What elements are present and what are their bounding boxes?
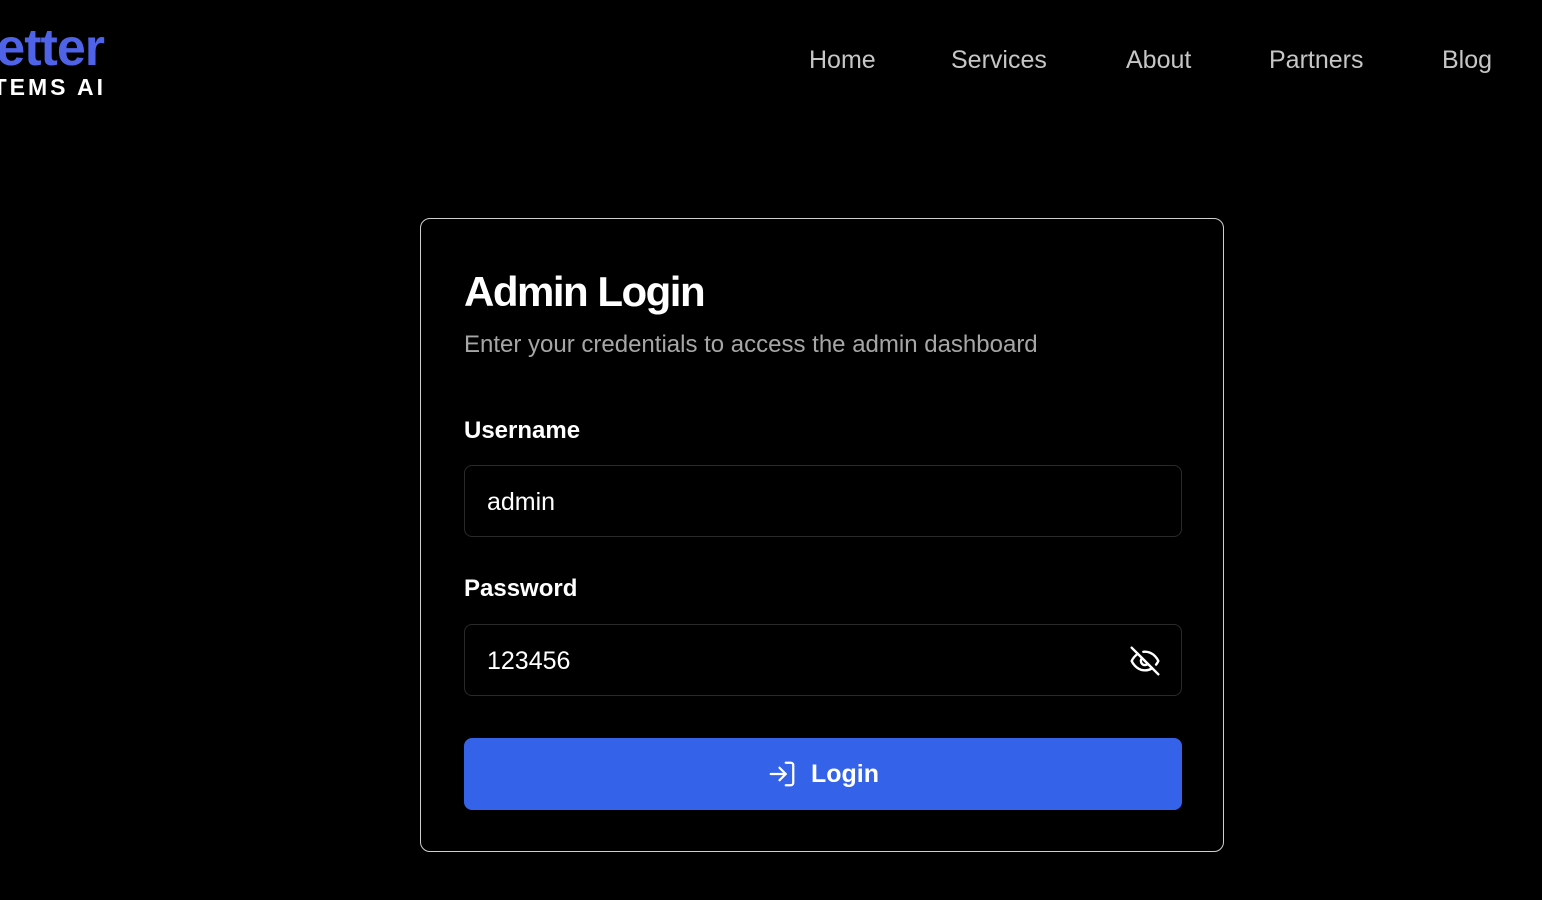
password-label: Password — [464, 575, 578, 602]
main-nav: Home Services About Partners Blog — [0, 42, 1542, 78]
nav-link-services[interactable]: Services — [951, 42, 1047, 78]
nav-link-home[interactable]: Home — [809, 42, 876, 78]
nav-link-blog[interactable]: Blog — [1442, 42, 1492, 78]
nav-link-about[interactable]: About — [1126, 42, 1191, 78]
login-title: Admin Login — [464, 268, 706, 315]
username-value: admin — [487, 488, 556, 516]
username-input[interactable]: admin — [464, 465, 1182, 537]
log-in-icon — [767, 759, 797, 789]
eye-off-icon[interactable] — [1129, 645, 1161, 677]
login-subtitle: Enter your credentials to access the adm… — [464, 331, 1038, 358]
username-label: Username — [464, 417, 581, 444]
password-value: 123456 — [487, 647, 571, 675]
login-button-label: Login — [810, 760, 880, 788]
nav-link-partners[interactable]: Partners — [1269, 42, 1363, 78]
password-input[interactable]: 123456 — [464, 624, 1182, 696]
login-button[interactable]: Login — [464, 738, 1182, 810]
page: etter TEMS AI Home Services About Partne… — [0, 0, 1542, 900]
login-card: Admin Login Enter your credentials to ac… — [420, 218, 1224, 852]
